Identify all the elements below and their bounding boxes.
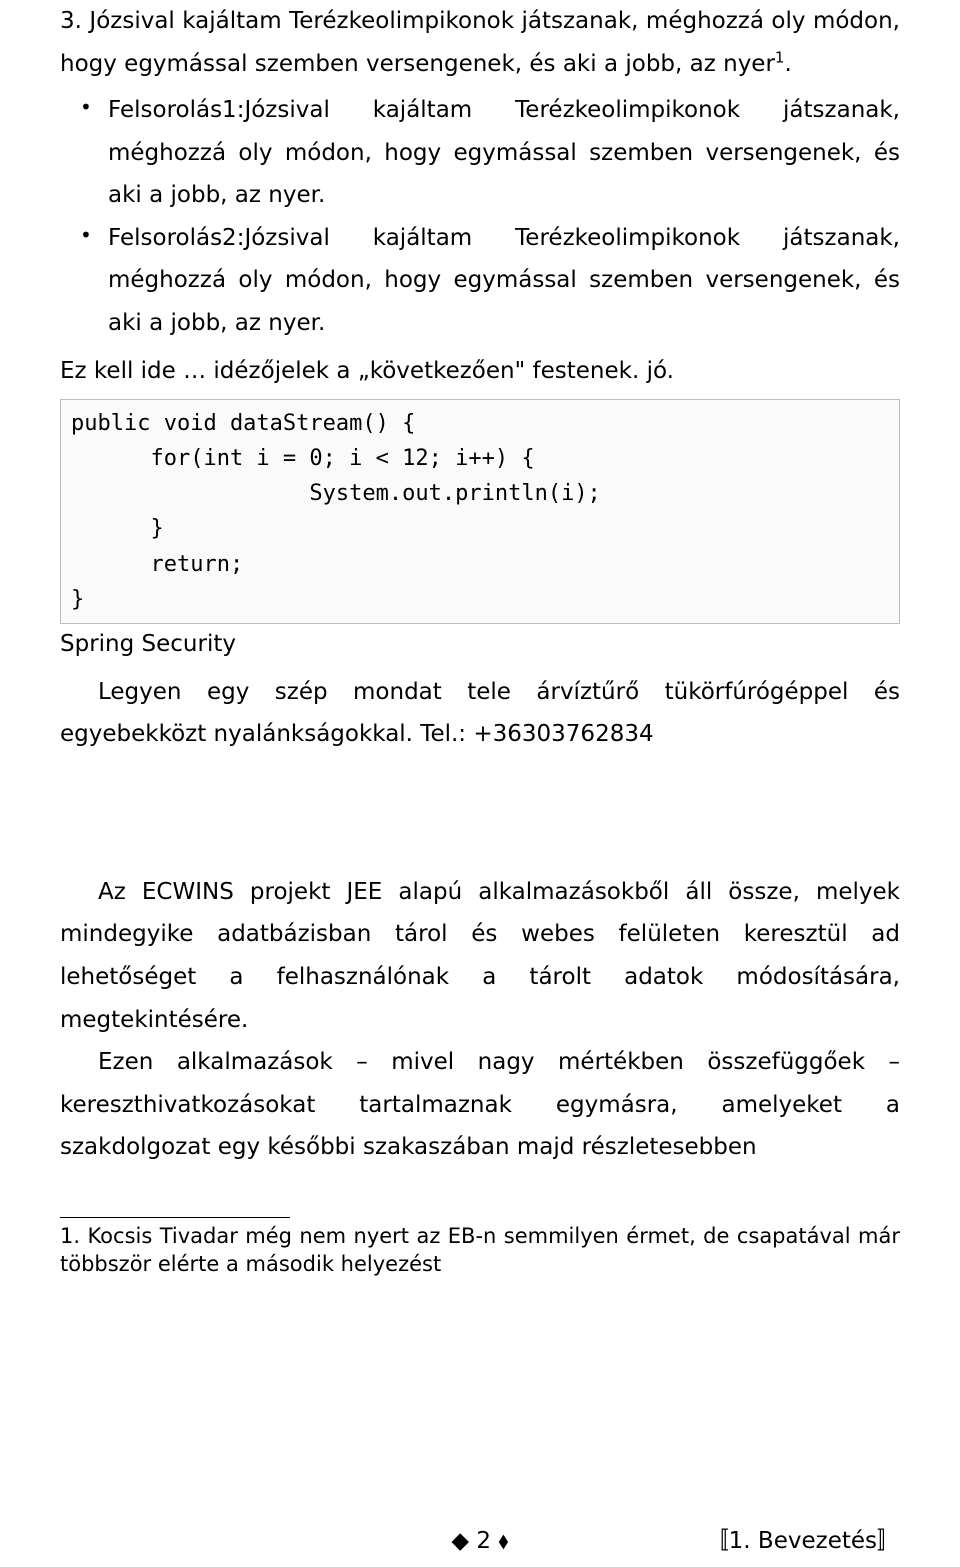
bullet-item-text: Felsorolás1:Józsival kajáltam Terézkeoli… [108, 97, 900, 208]
bullet-list: Felsorolás1:Józsival kajáltam Terézkeoli… [60, 89, 900, 344]
footer-bracket-right-icon: 〛 [877, 1528, 900, 1554]
bullet-item-text: Felsorolás2:Józsival kajáltam Terézkeoli… [108, 225, 900, 336]
footnote-ref-superscript: 1 [775, 48, 785, 66]
bullet-item: Felsorolás1:Józsival kajáltam Terézkeoli… [60, 89, 900, 217]
numbered-item-period: . [784, 51, 791, 77]
footnote-separator [60, 1217, 290, 1218]
footer-diamond-left-icon: ◆ [451, 1528, 476, 1554]
numbered-item-text: 3. Józsival kajáltam Terézkeolimpikonok … [60, 8, 900, 77]
footer-section-title: 〚1. Bevezetés〛 [509, 1521, 900, 1555]
paragraph-ezen-alkalmazasok: Ezen alkalmazások – mivel nagy mértékben… [60, 1041, 900, 1169]
footer-bracket-left-icon: 〚 [706, 1528, 729, 1554]
code-block: public void dataStream() { for(int i = 0… [60, 399, 900, 624]
paragraph-spring-security: Spring Security [60, 626, 900, 663]
footnote-text: 1. Kocsis Tivadar még nem nyert az EB-n … [60, 1222, 900, 1279]
footer-page-number: ◆ 2 ⬧ [451, 1528, 508, 1554]
page-footer: ◆ 2 ⬧ 〚1. Bevezetés〛 [60, 1495, 900, 1567]
numbered-list-item: 3. Józsival kajáltam Terézkeolimpikonok … [60, 0, 900, 85]
footer-page-number-value: 2 [476, 1528, 491, 1554]
paragraph-ecwins: Az ECWINS projekt JEE alapú alkalmazások… [60, 871, 900, 1041]
bullet-item: Felsorolás2:Józsival kajáltam Terézkeoli… [60, 217, 900, 345]
footer-diamond-right-icon: ⬧ [491, 1528, 509, 1554]
footer-section-text: 1. Bevezetés [729, 1528, 877, 1554]
paragraph-arvizturo: Legyen egy szép mondat tele árvíztűrő tü… [60, 671, 900, 756]
paragraph-quotes-note: Ez kell ide … idézőjelek a „következően"… [60, 350, 900, 393]
